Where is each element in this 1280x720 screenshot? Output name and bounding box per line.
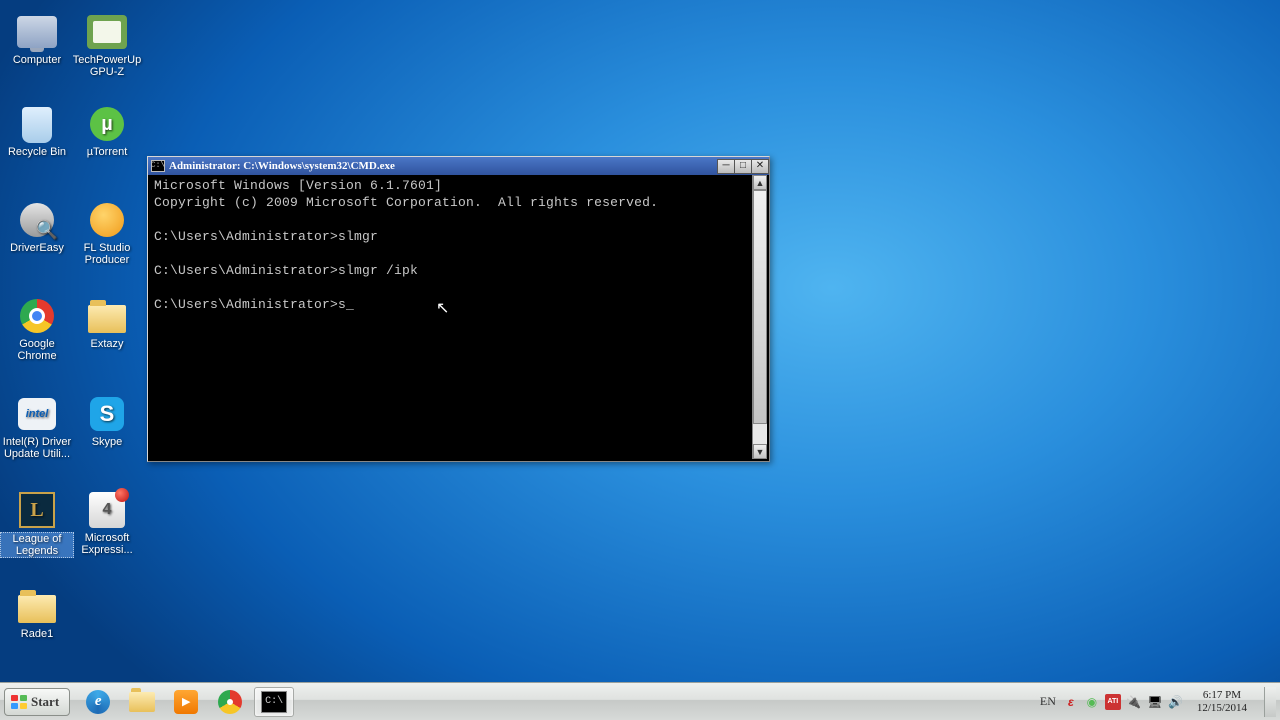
folder-icon — [88, 305, 126, 333]
media-player-icon — [174, 690, 198, 714]
icon-label: Microsoft Expressi... — [70, 532, 144, 556]
maximize-button[interactable]: □ — [734, 159, 752, 174]
close-button[interactable]: ✕ — [751, 159, 769, 174]
desktop-icon-expression[interactable]: 4 Microsoft Expressi... — [70, 490, 144, 556]
minimize-button[interactable]: ─ — [717, 159, 735, 174]
cmd-cursor — [346, 297, 354, 312]
league-of-legends-icon: L — [19, 492, 55, 528]
desktop-icon-gpuz[interactable]: TechPowerUp GPU-Z — [70, 12, 144, 78]
icon-label: Extazy — [70, 338, 144, 350]
cmd-line: Copyright (c) 2009 Microsoft Corporation… — [154, 195, 658, 210]
ie-icon — [86, 690, 110, 714]
desktop-icon-utorrent[interactable]: µ µTorrent — [70, 104, 144, 158]
computer-icon — [17, 16, 57, 48]
icon-label: Computer — [0, 54, 74, 66]
desktop-icon-league-of-legends[interactable]: L League of Legends — [0, 490, 74, 558]
icon-label: Recycle Bin — [0, 146, 74, 158]
icon-label: FL Studio Producer — [70, 242, 144, 266]
desktop-icon-rade1[interactable]: Rade1 — [0, 586, 74, 640]
tray-network-icon[interactable]: 🖥 — [1147, 694, 1163, 710]
taskbar-explorer[interactable] — [122, 687, 162, 717]
recycle-bin-icon — [22, 107, 52, 143]
icon-label: DriverEasy — [0, 242, 74, 254]
desktop-icon-skype[interactable]: S Skype — [70, 394, 144, 448]
scroll-thumb[interactable] — [753, 190, 767, 424]
icon-label: Intel(R) Driver Update Utili... — [0, 436, 74, 460]
cmd-scrollbar[interactable]: ▲ ▼ — [752, 175, 767, 459]
cmd-icon: C:\ — [261, 691, 287, 713]
icon-label: TechPowerUp GPU-Z — [70, 54, 144, 78]
explorer-icon — [129, 692, 155, 712]
desktop-icon-flstudio[interactable]: FL Studio Producer — [70, 200, 144, 266]
cmd-prompt: C:\Users\Administrator> — [154, 297, 338, 312]
start-label: Start — [31, 694, 59, 710]
taskbar-ie[interactable] — [78, 687, 118, 717]
desktop-icon-drivereasy[interactable]: DriverEasy — [0, 200, 74, 254]
taskbar[interactable]: Start C:\ EN ε ◉ ATI 🔌 🖥 🔊 6:17 PM 12/15… — [0, 682, 1280, 720]
cmd-line: C:\Users\Administrator>slmgr — [154, 229, 378, 244]
show-desktop-button[interactable] — [1264, 687, 1276, 717]
icon-label: µTorrent — [70, 146, 144, 158]
desktop-icon-recycle-bin[interactable]: Recycle Bin — [0, 104, 74, 158]
clock-time: 6:17 PM — [1197, 689, 1247, 702]
cmd-console[interactable]: Microsoft Windows [Version 6.1.7601] Cop… — [150, 175, 752, 459]
taskbar-media-player[interactable] — [166, 687, 206, 717]
cmd-line: Microsoft Windows [Version 6.1.7601] — [154, 178, 442, 193]
cmd-window[interactable]: C:\ Administrator: C:\Windows\system32\C… — [147, 156, 770, 462]
chrome-icon — [20, 299, 54, 333]
desktop-icon-google-chrome[interactable]: Google Chrome — [0, 296, 74, 362]
desktop-icon-intel-driver[interactable]: intel Intel(R) Driver Update Utili... — [0, 394, 74, 460]
system-tray[interactable]: ε ◉ ATI 🔌 🖥 🔊 — [1063, 694, 1184, 710]
expression-icon: 4 — [89, 492, 125, 528]
language-indicator[interactable]: EN — [1040, 694, 1056, 709]
cmd-line: C:\Users\Administrator>slmgr /ipk — [154, 263, 418, 278]
icon-label: League of Legends — [0, 532, 74, 558]
cmd-input-text: s — [338, 297, 346, 312]
desktop-icon-computer[interactable]: Computer — [0, 12, 74, 66]
desktop-icon-extazy[interactable]: Extazy — [70, 296, 144, 350]
tray-epsilon-icon[interactable]: ε — [1063, 694, 1079, 710]
clock-date: 12/15/2014 — [1197, 702, 1247, 715]
folder-icon — [18, 595, 56, 623]
drivereasy-icon — [20, 203, 54, 237]
gpuz-icon — [87, 15, 127, 49]
utorrent-icon: µ — [90, 107, 124, 141]
skype-icon: S — [90, 397, 124, 431]
taskbar-chrome[interactable] — [210, 687, 250, 717]
start-button[interactable]: Start — [4, 688, 70, 716]
cmd-titlebar[interactable]: C:\ Administrator: C:\Windows\system32\C… — [148, 157, 769, 175]
scroll-up-button[interactable]: ▲ — [753, 175, 767, 190]
tray-device-icon[interactable]: 🔌 — [1126, 694, 1142, 710]
scroll-down-button[interactable]: ▼ — [753, 444, 767, 459]
tray-utorrent-icon[interactable]: ◉ — [1084, 694, 1100, 710]
flstudio-icon — [90, 203, 124, 237]
tray-volume-icon[interactable]: 🔊 — [1168, 694, 1184, 710]
taskbar-clock[interactable]: 6:17 PM 12/15/2014 — [1191, 689, 1253, 715]
tray-ati-icon[interactable]: ATI — [1105, 694, 1121, 710]
cmd-title-icon: C:\ — [151, 160, 165, 172]
cmd-title-text: Administrator: C:\Windows\system32\CMD.e… — [169, 160, 395, 172]
icon-label: Google Chrome — [0, 338, 74, 362]
windows-flag-icon — [11, 695, 27, 709]
intel-icon: intel — [18, 398, 56, 430]
chrome-icon — [218, 690, 242, 714]
taskbar-cmd[interactable]: C:\ — [254, 687, 294, 717]
icon-label: Skype — [70, 436, 144, 448]
scroll-track[interactable] — [753, 190, 767, 444]
icon-label: Rade1 — [0, 628, 74, 640]
